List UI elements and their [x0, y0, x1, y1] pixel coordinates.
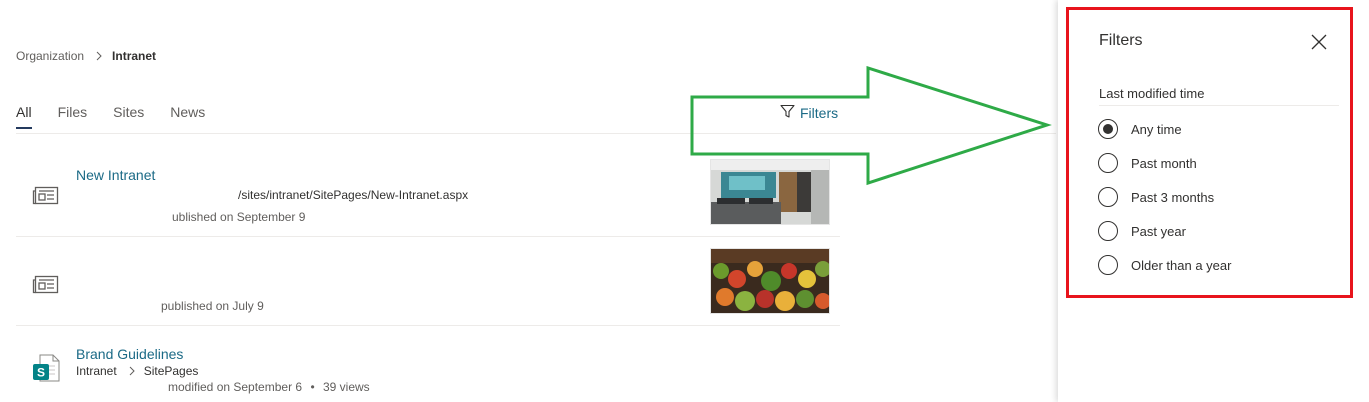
result-tabs: All Files Sites News	[16, 104, 231, 132]
result-item: published on July 9	[16, 237, 840, 326]
annotation-highlight-box	[1066, 7, 1353, 298]
news-icon	[32, 185, 60, 212]
breadcrumb-organization[interactable]: Organization	[16, 49, 84, 63]
sharepoint-page-icon: S	[32, 353, 62, 388]
result-item: S Brand Guidelines Intranet SitePages mo…	[16, 326, 840, 402]
result-modified: modified on September 6	[168, 380, 303, 394]
result-meta: published on July 9	[161, 299, 264, 313]
tab-files[interactable]: Files	[58, 104, 88, 132]
result-item: New Intranet /sites/intranet/SitePages/N…	[16, 156, 840, 237]
breadcrumb: Organization Intranet	[16, 49, 156, 63]
result-url: /sites/intranet/SitePages/New-Intranet.a…	[238, 188, 469, 202]
result-views: 39 views	[322, 380, 370, 394]
meta-dot: •	[310, 380, 315, 394]
result-meta: ublished on September 9	[172, 210, 306, 224]
result-meta: modified on September 6 • 39 views	[168, 380, 370, 394]
result-path: Intranet SitePages	[76, 364, 198, 378]
tab-all[interactable]: All	[16, 104, 32, 132]
result-path-site[interactable]: Intranet	[76, 364, 117, 378]
breadcrumb-current: Intranet	[112, 49, 157, 63]
result-title[interactable]: New Intranet	[76, 167, 155, 183]
chevron-right-icon	[96, 51, 103, 61]
news-icon	[32, 274, 60, 301]
result-title[interactable]: Brand Guidelines	[76, 346, 183, 362]
result-path-folder[interactable]: SitePages	[144, 364, 199, 378]
result-thumbnail[interactable]	[710, 159, 830, 225]
tab-news[interactable]: News	[170, 104, 205, 132]
svg-text:S: S	[37, 366, 45, 380]
tab-sites[interactable]: Sites	[113, 104, 144, 132]
result-thumbnail[interactable]	[710, 248, 830, 314]
chevron-right-icon	[129, 366, 136, 376]
